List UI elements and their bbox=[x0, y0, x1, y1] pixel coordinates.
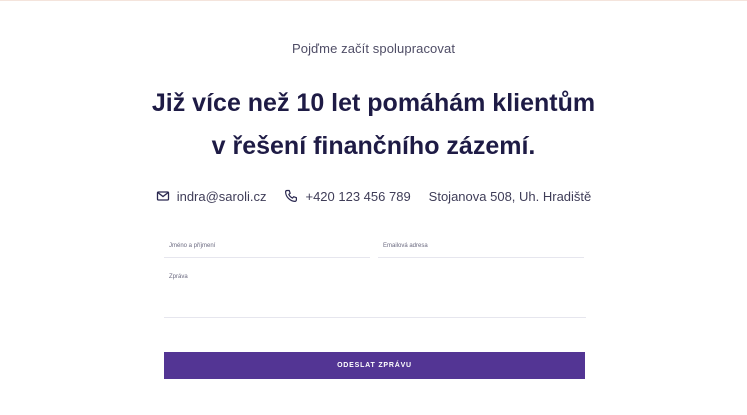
phone-text: +420 123 456 789 bbox=[305, 188, 411, 204]
email-field[interactable]: Emailová adresa bbox=[378, 238, 584, 258]
contact-info: indra@saroli.cz +420 123 456 789 Stojano… bbox=[0, 186, 747, 206]
section-headline: Již více než 10 let pomáhám klientům v ř… bbox=[0, 82, 747, 168]
name-field[interactable]: Jméno a příjmení bbox=[164, 238, 370, 258]
name-field-label: Jméno a příjmení bbox=[169, 243, 216, 249]
mail-icon bbox=[156, 189, 170, 203]
address: Stojanova 508, Uh. Hradiště bbox=[429, 189, 592, 204]
phone-icon bbox=[284, 189, 298, 203]
message-field[interactable]: Zpráva bbox=[164, 268, 586, 318]
submit-button[interactable]: ODESLAT ZPRÁVU bbox=[164, 352, 585, 379]
email-link[interactable]: indra@saroli.cz bbox=[156, 188, 267, 204]
message-field-label: Zpráva bbox=[169, 274, 188, 280]
headline-line-1: Již více než 10 let pomáhám klientům bbox=[151, 89, 596, 117]
email-field-label: Emailová adresa bbox=[383, 243, 428, 249]
email-text: indra@saroli.cz bbox=[176, 188, 267, 204]
headline-line-2: v řešení finančního zázemí. bbox=[211, 132, 536, 160]
phone-link[interactable]: +420 123 456 789 bbox=[284, 188, 411, 204]
address-text: Stojanova 508, Uh. Hradiště bbox=[428, 188, 592, 204]
top-divider bbox=[0, 0, 747, 1]
section-eyebrow: Pojďme začít spolupracovat bbox=[291, 41, 456, 56]
